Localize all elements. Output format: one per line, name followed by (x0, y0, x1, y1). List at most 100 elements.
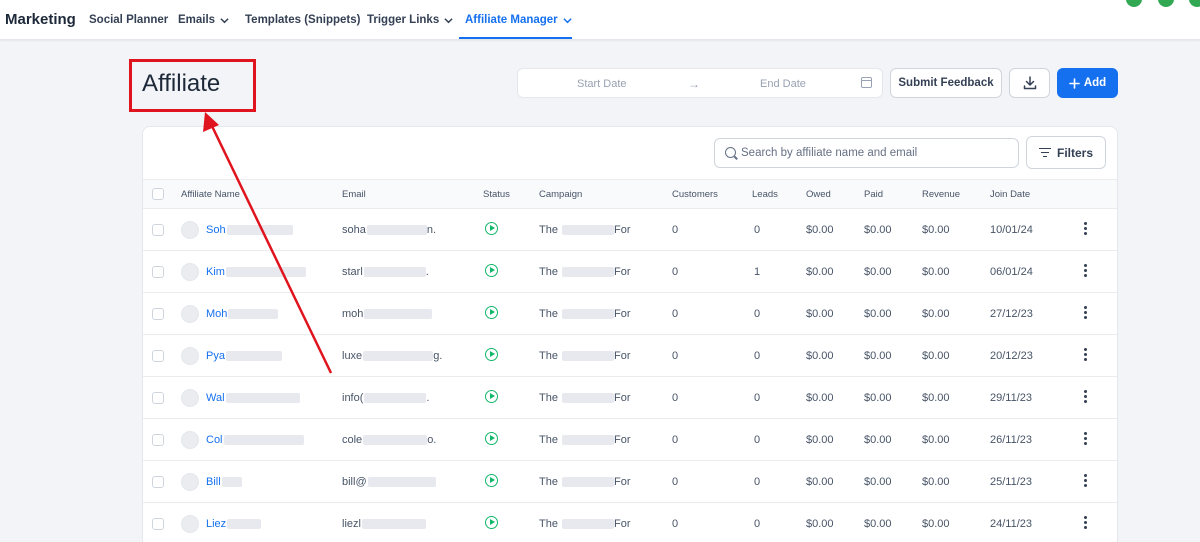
table-row[interactable]: Soh soha n. The For 0 0 $0.00 $0.00 $0.00 10/01/2… (143, 209, 1117, 251)
join-date-cell: 27/12/23 (990, 308, 1033, 320)
email-cell: soha n. (342, 224, 436, 236)
owed-cell: $0.00 (806, 224, 834, 236)
app-title: Marketing (5, 11, 76, 28)
email-cell: liezl (342, 518, 426, 530)
table-row[interactable]: Liez liezl The For 0 0 $0.00 $0.00 $0.00 24/11/2… (143, 503, 1117, 542)
row-checkbox[interactable] (152, 392, 164, 404)
column-header[interactable]: Email (342, 189, 366, 200)
search-box[interactable] (714, 138, 1019, 168)
row-checkbox[interactable] (152, 476, 164, 488)
affiliate-table-card: Filters Affiliate Name Email Status Camp… (142, 126, 1118, 542)
affiliate-name-link[interactable]: Col (206, 434, 304, 446)
nav-templates[interactable]: Templates (Snippets) (245, 14, 360, 26)
more-vertical-icon[interactable] (1084, 474, 1088, 488)
nav-emails[interactable]: Emails (178, 14, 229, 26)
row-checkbox[interactable] (152, 308, 164, 320)
leads-cell: 0 (754, 476, 761, 488)
column-header[interactable]: Join Date (990, 189, 1030, 200)
add-affiliate-button[interactable]: Add (1057, 68, 1118, 98)
customers-cell: 0 (672, 308, 679, 320)
redacted-text (363, 435, 428, 446)
join-date-cell: 26/11/23 (990, 434, 1033, 446)
column-header[interactable]: Revenue (922, 189, 960, 200)
campaign-prefix: The (539, 224, 558, 236)
campaign-prefix: The (539, 266, 558, 278)
paid-cell: $0.00 (864, 224, 892, 236)
end-date-placeholder: End Date (760, 78, 806, 90)
owed-cell: $0.00 (806, 266, 834, 278)
play-circle-icon (485, 474, 498, 487)
more-vertical-icon[interactable] (1084, 264, 1088, 278)
email-text: soha (342, 224, 366, 236)
filters-button[interactable]: Filters (1026, 136, 1106, 169)
campaign-cell: The For (539, 224, 631, 236)
submit-feedback-button[interactable]: Submit Feedback (890, 68, 1002, 98)
more-vertical-icon[interactable] (1084, 516, 1088, 530)
redacted-text (364, 309, 433, 320)
table-row[interactable]: Moh moh The For 0 0 $0.00 $0.00 $0.00 27/12/23 (143, 293, 1117, 335)
affiliate-name-link[interactable]: Wal (206, 392, 300, 404)
column-header[interactable]: Leads (752, 189, 778, 200)
nav-label: Templates (Snippets) (245, 14, 361, 26)
redacted-text (562, 351, 615, 362)
table-row[interactable]: Pya luxe g. The For 0 0 $0.00 $0.00 $0.00 20/12/2… (143, 335, 1117, 377)
join-date-cell: 24/11/23 (990, 518, 1033, 530)
date-range-picker[interactable]: Start Date → End Date (517, 68, 883, 98)
row-checkbox[interactable] (152, 350, 164, 362)
affiliate-name-link[interactable]: Bill (206, 476, 242, 488)
table-row[interactable]: Kim starl. The For 0 1 $0.00 $0.00 $0.00 06/01/2… (143, 251, 1117, 293)
row-checkbox[interactable] (152, 518, 164, 530)
revenue-cell: $0.00 (922, 350, 950, 362)
affiliate-name-link[interactable]: Pya (206, 350, 282, 362)
affiliate-name-link[interactable]: Liez (206, 518, 262, 530)
table-row[interactable]: Wal info(. The For 0 0 $0.00 $0.00 $0.00 29/11/2… (143, 377, 1117, 419)
owed-cell: $0.00 (806, 434, 834, 446)
more-vertical-icon[interactable] (1084, 222, 1088, 236)
table-row[interactable]: Col cole o. The For 0 0 $0.00 $0.00 $0.00 26/11/2… (143, 419, 1117, 461)
more-vertical-icon[interactable] (1084, 348, 1088, 362)
active-tab-indicator (459, 37, 572, 39)
select-all-checkbox[interactable] (152, 188, 164, 200)
table-row[interactable]: Bill bill@ The For 0 0 $0.00 $0.00 $0.00 25/11/2… (143, 461, 1117, 503)
calendar-icon (861, 77, 872, 88)
download-button[interactable] (1009, 68, 1050, 98)
redacted-text (225, 393, 300, 404)
more-vertical-icon[interactable] (1084, 390, 1088, 404)
more-vertical-icon[interactable] (1084, 306, 1088, 320)
more-vertical-icon[interactable] (1084, 432, 1088, 446)
chevron-down-icon (563, 17, 572, 23)
affiliate-name-link[interactable]: Soh (206, 224, 293, 236)
revenue-cell: $0.00 (922, 266, 950, 278)
paid-cell: $0.00 (864, 350, 892, 362)
search-input[interactable] (741, 143, 1011, 163)
column-header[interactable]: Campaign (539, 189, 582, 200)
redacted-text (361, 519, 426, 530)
redacted-text (226, 225, 293, 236)
revenue-cell: $0.00 (922, 518, 950, 530)
leads-cell: 0 (754, 392, 761, 404)
column-header[interactable]: Affiliate Name (181, 189, 240, 200)
campaign-prefix: The (539, 518, 558, 530)
row-checkbox[interactable] (152, 434, 164, 446)
affiliate-name: Pya (206, 350, 225, 362)
nav-trigger-links[interactable]: Trigger Links (367, 14, 453, 26)
row-checkbox[interactable] (152, 224, 164, 236)
column-header[interactable]: Status (483, 189, 510, 200)
campaign-suffix: For (614, 518, 631, 530)
affiliate-name-link[interactable]: Kim (206, 266, 306, 278)
chevron-down-icon (220, 17, 229, 23)
column-header[interactable]: Customers (672, 189, 718, 200)
leads-cell: 0 (754, 350, 761, 362)
redacted-text (562, 519, 615, 530)
column-header[interactable]: Owed (806, 189, 831, 200)
email-cell: cole o. (342, 434, 436, 446)
affiliate-name-link[interactable]: Moh (206, 308, 279, 320)
nav-social-planner[interactable]: Social Planner (89, 14, 168, 26)
campaign-suffix: For (614, 434, 631, 446)
affiliate-name: Kim (206, 266, 225, 278)
column-header[interactable]: Paid (864, 189, 883, 200)
affiliate-name: Moh (206, 308, 228, 320)
row-checkbox[interactable] (152, 266, 164, 278)
nav-affiliate-manager[interactable]: Affiliate Manager (465, 14, 572, 26)
submit-feedback-label: Submit Feedback (898, 77, 994, 89)
